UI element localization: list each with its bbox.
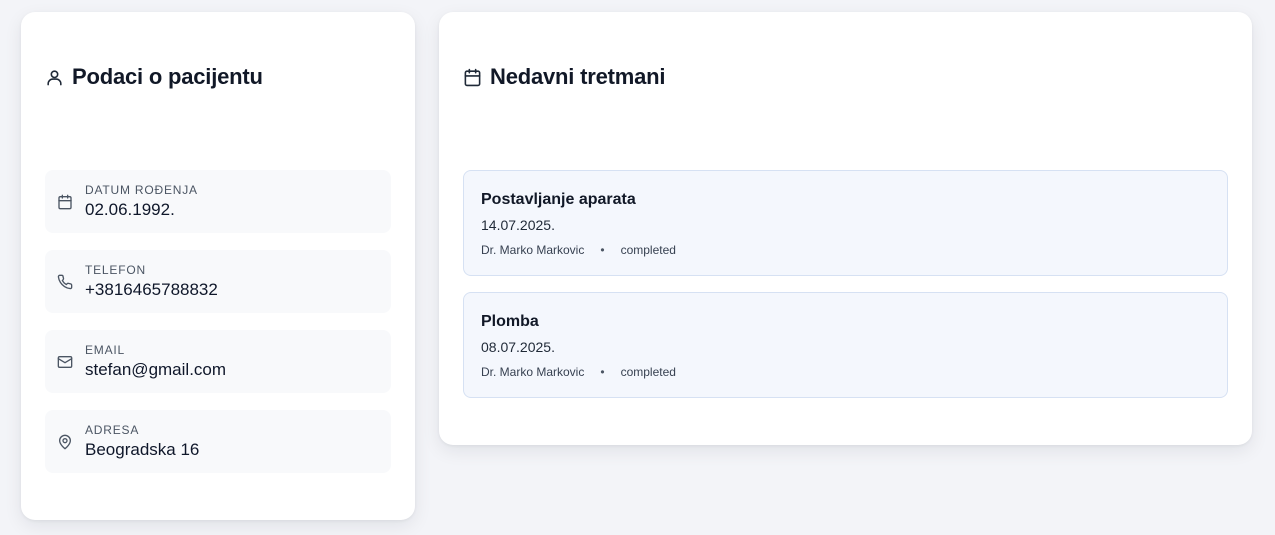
info-item-birthdate: DATUM ROĐENJA 02.06.1992. (45, 170, 391, 233)
user-icon (45, 68, 64, 87)
info-value: +3816465788832 (85, 280, 218, 299)
info-label: DATUM ROĐENJA (85, 183, 198, 197)
mail-icon (57, 354, 73, 370)
meta-separator: • (600, 365, 605, 379)
meta-separator: • (600, 243, 605, 257)
treatment-date: 08.07.2025. (481, 339, 555, 355)
map-pin-icon (57, 434, 73, 450)
treatment-meta: Dr. Marko Markovic • completed (481, 243, 676, 257)
treatment-list: Postavljanje aparata 14.07.2025. Dr. Mar… (463, 170, 1228, 414)
info-value: 02.06.1992. (85, 200, 175, 219)
treatment-name: Postavljanje aparata (481, 191, 636, 208)
info-label: EMAIL (85, 343, 126, 357)
info-item-email: EMAIL stefan@gmail.com (45, 330, 391, 393)
calendar-icon (57, 194, 73, 210)
treatment-meta: Dr. Marko Markovic • completed (481, 365, 676, 379)
phone-icon (57, 274, 73, 290)
treatments-card-title: Nedavni tretmani (463, 64, 665, 90)
info-label: TELEFON (85, 263, 146, 277)
treatment-status: completed (620, 365, 676, 379)
info-label: ADRESA (85, 423, 140, 437)
treatments-card-title-text: Nedavni tretmani (490, 64, 666, 89)
patient-card-title: Podaci o pacijentu (45, 64, 263, 90)
info-item-address: ADRESA Beogradska 16 (45, 410, 391, 473)
info-value: Beogradska 16 (85, 440, 200, 459)
treatment-date: 14.07.2025. (481, 217, 555, 233)
info-item-phone: TELEFON +3816465788832 (45, 250, 391, 313)
treatment-status: completed (620, 243, 676, 257)
calendar-icon (463, 68, 482, 87)
info-value: stefan@gmail.com (85, 360, 227, 379)
treatment-item[interactable]: Postavljanje aparata 14.07.2025. Dr. Mar… (463, 170, 1228, 276)
patient-info-list: DATUM ROĐENJA 02.06.1992. TELEFON +38164… (45, 170, 391, 490)
treatment-item[interactable]: Plomba 08.07.2025. Dr. Marko Markovic • … (463, 292, 1228, 398)
patient-card-title-text: Podaci o pacijentu (72, 64, 263, 89)
treatment-doctor: Dr. Marko Markovic (481, 365, 585, 379)
recent-treatments-card: Nedavni tretmani Postavljanje aparata 14… (439, 12, 1252, 445)
page: Podaci o pacijentu DATUM ROĐENJA 02.06.1… (0, 0, 1275, 535)
patient-info-card: Podaci o pacijentu DATUM ROĐENJA 02.06.1… (21, 12, 415, 520)
treatment-doctor: Dr. Marko Markovic (481, 243, 585, 257)
treatment-name: Plomba (481, 313, 539, 330)
